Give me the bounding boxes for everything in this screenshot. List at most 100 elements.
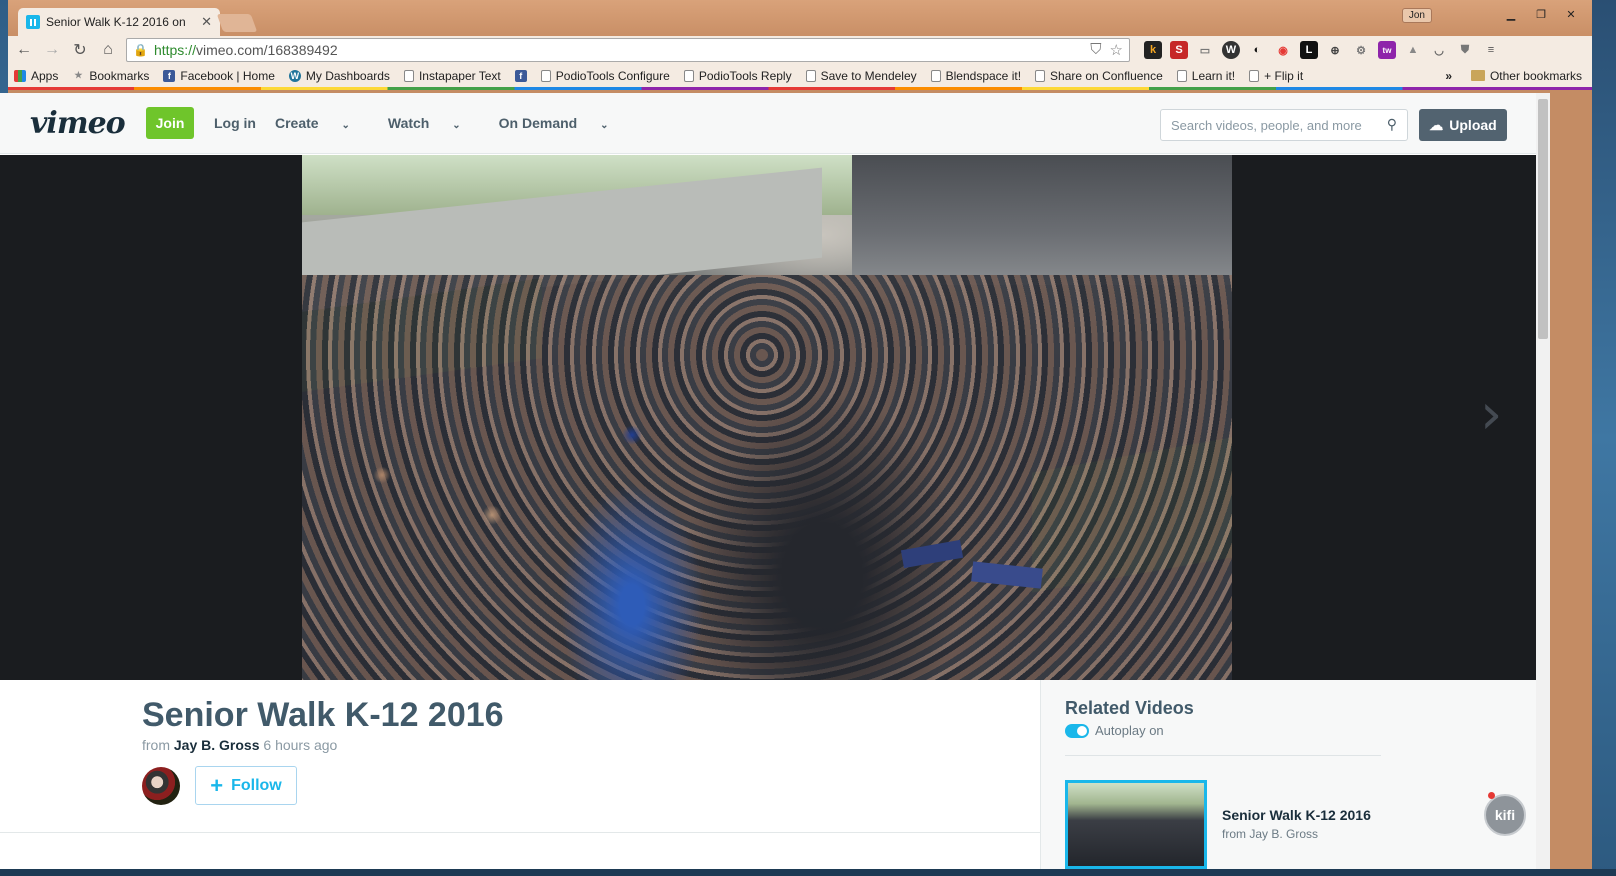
extensions-bar: k S ▭ W ◐ ◉ L ⊕ ⚙ tw ▲ ◡ ⛊ ≡ [1144,41,1500,59]
s-extension-icon[interactable]: S [1170,41,1188,59]
cast-icon[interactable]: ▭ [1196,41,1214,59]
vimeo-header: vimeo Join Log in Create ⌄ Watch ⌄ On De… [0,93,1536,154]
minimize-icon[interactable]: ▁ [1498,6,1524,22]
restore-icon[interactable]: ❐ [1528,6,1554,22]
tw-extension-icon[interactable]: tw [1378,41,1396,59]
video-frame[interactable] [302,155,1232,680]
page-icon [1035,69,1046,82]
address-bar[interactable]: 🔒 https:// vimeo.com/168389492 ⛉ ☆ [126,38,1130,62]
vimeo-page: vimeo Join Log in Create ⌄ Watch ⌄ On De… [0,93,1536,869]
cloud-upload-icon: ☁ [1429,116,1444,133]
chevron-down-icon: ⌄ [341,120,350,131]
related-video-author: from Jay B. Gross [1222,827,1319,841]
page-scrollbar[interactable] [1536,93,1550,869]
on-demand-menu[interactable]: On Demand ⌄ [499,115,628,131]
chevron-down-icon: ⌄ [600,120,609,131]
vimeo-logo[interactable]: vimeo [30,106,146,141]
watch-menu[interactable]: Watch ⌄ [388,115,480,131]
related-video-title[interactable]: Senior Walk K-12 2016 [1222,807,1371,823]
upload-time: 6 hours ago [263,737,338,753]
notification-dot [1488,792,1495,799]
autoplay-label: Autoplay on [1095,723,1164,738]
page-icon [540,69,551,82]
bookmark-apps[interactable]: Apps [14,69,58,83]
bookmark-flip-it[interactable]: + Flip it [1249,69,1303,83]
login-link[interactable]: Log in [214,115,256,131]
reload-icon[interactable]: ↻ [70,40,90,60]
bookmark-instapaper[interactable]: Instapaper Text [403,69,501,83]
bookmark-podiotools-reply[interactable]: PodioTools Reply [683,69,792,83]
bookmark-facebook-icon-only[interactable]: f [514,69,527,82]
video-player[interactable]: › [0,155,1536,680]
follow-button[interactable]: + Follow [195,766,297,805]
shield-icon[interactable]: ⛉ [1090,41,1101,59]
related-video-thumbnail[interactable] [1065,780,1207,869]
globe-icon[interactable]: ⊕ [1326,41,1344,59]
page-icon [930,69,941,82]
kifi-button[interactable]: kifi [1484,794,1526,836]
autoplay-toggle[interactable] [1065,724,1089,738]
facebook-icon: f [163,69,176,82]
page-icon [1249,69,1260,82]
facebook-icon: f [514,69,527,82]
forward-icon[interactable]: → [42,40,62,60]
star-icon[interactable]: ☆ [1110,41,1123,59]
lock-icon: 🔒 [133,43,148,57]
main-nav: Log in Create ⌄ Watch ⌄ On Demand ⌄ [214,115,647,131]
browser-toolbar: ← → ↻ ⌂ 🔒 https:// vimeo.com/168389492 ⛉… [8,36,1592,64]
join-button[interactable]: Join [146,107,194,139]
next-video-arrow-icon[interactable]: › [1480,385,1510,445]
taskbar [0,869,1616,876]
search-input[interactable]: Search videos, people, and more ⚲ [1160,109,1408,141]
video-byline: from Jay B. Gross 6 hours ago [142,737,338,753]
bookmark-mendeley[interactable]: Save to Mendeley [805,69,917,83]
search-icon[interactable]: ⚲ [1387,116,1397,133]
bookmarks-overflow-button[interactable]: » [1445,69,1452,83]
back-icon[interactable]: ← [14,40,34,60]
url-path: vimeo.com/168389492 [195,42,338,58]
bookmark-my-dashboards[interactable]: W My Dashboards [288,69,390,83]
browser-tab[interactable]: Senior Walk K-12 2016 on ✕ [18,8,220,36]
bookmark-facebook[interactable]: f Facebook | Home [163,69,275,83]
menu-icon[interactable]: ≡ [1482,41,1500,59]
l-extension-icon[interactable]: L [1300,41,1318,59]
video-info-section: Senior Walk K-12 2016 from Jay B. Gross … [0,680,1536,869]
desktop-background-right [1592,0,1616,876]
create-menu[interactable]: Create ⌄ [275,115,369,131]
related-videos-heading: Related Videos [1065,698,1194,718]
contrast-icon[interactable]: ◐ [1248,41,1266,59]
search-placeholder: Search videos, people, and more [1171,117,1362,133]
close-tab-icon[interactable]: ✕ [201,14,212,30]
upload-button[interactable]: ☁ Upload [1419,109,1507,141]
w-extension-icon[interactable]: W [1222,41,1240,59]
page-icon [403,69,414,82]
bookmark-podiotools-configure[interactable]: PodioTools Configure [540,69,670,83]
plus-icon: + [210,772,224,798]
folder-icon [1470,70,1485,81]
vimeo-favicon-icon [26,15,40,29]
close-window-icon[interactable]: ✕ [1558,6,1584,22]
pocket-icon[interactable]: ◡ [1430,41,1448,59]
shield-extension-icon[interactable]: ⛊ [1456,41,1474,59]
color-wheel-icon[interactable]: ◉ [1274,41,1292,59]
bookmark-bookmarks[interactable]: ★ Bookmarks [72,69,149,83]
wordpress-icon: W [288,69,301,82]
kindle-extension-icon[interactable]: k [1144,41,1162,59]
gear-icon[interactable]: ⚙ [1352,41,1370,59]
new-tab-button[interactable] [216,14,258,32]
author-link[interactable]: Jay B. Gross [174,737,260,753]
avatar[interactable] [142,767,180,805]
bookmarks-bar: Apps ★ Bookmarks f Facebook | Home W My Das… [8,64,1592,90]
bookmark-blendspace[interactable]: Blendspace it! [930,69,1021,83]
chevron-down-icon: ⌄ [452,120,461,131]
url-scheme: https:// [153,42,196,58]
bookmark-learn-it[interactable]: Learn it! [1176,69,1235,83]
drive-icon[interactable]: ▲ [1404,41,1422,59]
page-icon [683,69,694,82]
other-bookmarks[interactable]: Other bookmarks [1470,69,1582,83]
star-icon: ★ [74,70,83,80]
bookmark-confluence[interactable]: Share on Confluence [1035,69,1163,83]
profile-button[interactable]: Jon [1401,8,1432,23]
home-icon[interactable]: ⌂ [98,40,118,60]
apps-icon [14,69,26,82]
